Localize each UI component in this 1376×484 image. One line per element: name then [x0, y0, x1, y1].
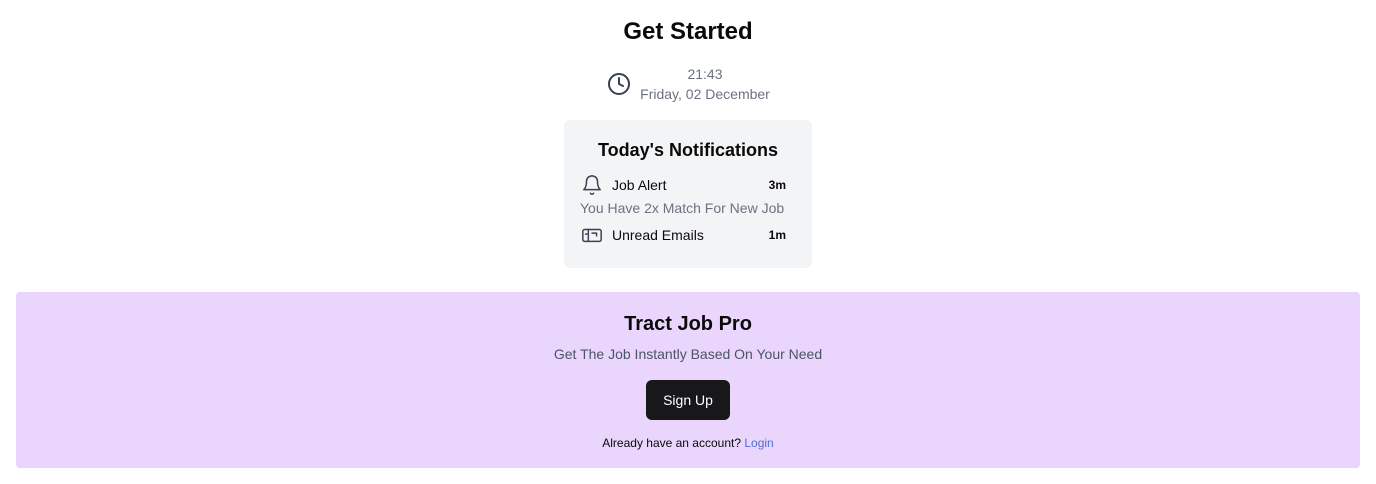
sign-up-button[interactable]: Sign Up [646, 380, 730, 420]
account-prompt-text: Already have an account? [602, 436, 742, 450]
login-prompt: Already have an account? Login [16, 434, 1360, 452]
login-link[interactable]: Login [744, 436, 773, 450]
notification-unread-emails[interactable]: Unread Emails 1m [580, 222, 796, 248]
clock-time: 21:43 [687, 66, 723, 82]
notification-time: 3m [768, 178, 786, 192]
notification-description: You Have 2x Match For New Job [580, 200, 785, 216]
page: Get Started 21:43 Friday, 02 December To… [0, 0, 1376, 484]
bell-icon [580, 173, 604, 197]
clock-text: 21:43 Friday, 02 December [640, 64, 770, 104]
notification-time: 1m [768, 228, 786, 242]
notifications-card: Today's Notifications Job Alert 3m You H… [564, 120, 812, 268]
notification-label: Unread Emails [612, 227, 704, 243]
notification-job-alert[interactable]: Job Alert 3m [580, 172, 796, 198]
clock-date: Friday, 02 December [640, 86, 770, 102]
pro-banner: Tract Job Pro Get The Job Instantly Base… [16, 292, 1360, 468]
mailbox-icon [580, 223, 604, 247]
notifications-title: Today's Notifications [598, 140, 778, 160]
notification-label: Job Alert [612, 177, 667, 193]
clock-icon [606, 71, 632, 97]
pro-subtitle: Get The Job Instantly Based On Your Need [553, 346, 823, 362]
page-title: Get Started [623, 18, 753, 45]
pro-title: Tract Job Pro [624, 313, 752, 335]
clock-widget: 21:43 Friday, 02 December [0, 64, 1376, 104]
